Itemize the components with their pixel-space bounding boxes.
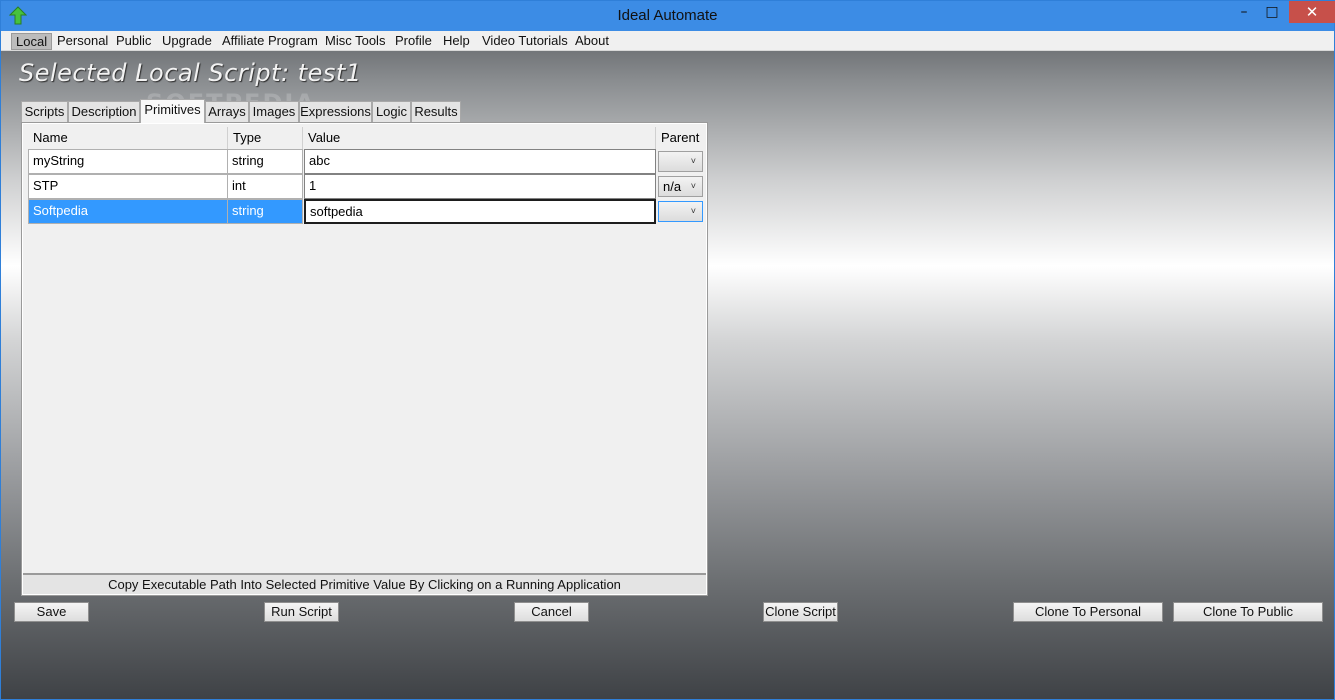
table-row[interactable]: STP int 1 n/a ˅ (28, 174, 705, 199)
parent-dropdown[interactable]: n/a ˅ (658, 176, 703, 197)
close-button[interactable]: ✕ (1289, 1, 1335, 23)
run-script-button[interactable]: Run Script (264, 602, 339, 622)
tab-scripts[interactable]: Scripts (21, 101, 68, 122)
menu-bar: Local Personal Public Upgrade Affiliate … (1, 31, 1334, 51)
menu-item-personal[interactable]: Personal (53, 33, 112, 50)
cell-type[interactable]: string (228, 149, 303, 174)
cell-name[interactable]: myString (28, 149, 228, 174)
tab-primitives[interactable]: Primitives (140, 99, 205, 123)
menu-item-affiliate-program[interactable]: Affiliate Program (218, 33, 322, 50)
save-button[interactable]: Save (14, 602, 89, 622)
tab-results[interactable]: Results (411, 101, 461, 122)
menu-item-about[interactable]: About (571, 33, 613, 50)
column-header-value[interactable]: Value (303, 127, 656, 149)
copy-executable-path-bar[interactable]: Copy Executable Path Into Selected Primi… (23, 573, 706, 594)
tab-logic[interactable]: Logic (372, 101, 411, 122)
parent-dropdown[interactable]: ˅ (658, 151, 703, 172)
cell-name[interactable]: STP (28, 174, 228, 199)
table-row[interactable]: myString string abc ˅ (28, 149, 705, 174)
app-window: Ideal Automate – □ ✕ Local Personal Publ… (0, 0, 1335, 700)
menu-item-video-tutorials[interactable]: Video Tutorials (478, 33, 572, 50)
tab-images[interactable]: Images (249, 101, 299, 122)
cell-name[interactable]: Softpedia (28, 199, 228, 224)
tab-expressions[interactable]: Expressions (299, 101, 372, 122)
cell-value-input[interactable]: 1 (304, 174, 656, 199)
cell-value-input[interactable]: softpedia (304, 199, 656, 224)
parent-dropdown-value: n/a (663, 179, 682, 194)
column-header-name[interactable]: Name (28, 127, 228, 149)
cell-type[interactable]: string (228, 199, 303, 224)
chevron-down-icon: ˅ (690, 206, 696, 216)
table-row-selected[interactable]: Softpedia string softpedia ˅ (28, 199, 705, 224)
maximize-button[interactable]: □ (1258, 1, 1286, 23)
menu-item-upgrade[interactable]: Upgrade (158, 33, 216, 50)
column-header-type[interactable]: Type (228, 127, 303, 149)
menu-item-local[interactable]: Local (11, 33, 53, 50)
cancel-button[interactable]: Cancel (514, 602, 589, 622)
clone-script-button[interactable]: Clone Script (763, 602, 838, 622)
clone-to-personal-button[interactable]: Clone To Personal (1013, 602, 1163, 622)
menu-item-help[interactable]: Help (439, 33, 474, 50)
title-bar[interactable]: Ideal Automate – □ ✕ (1, 1, 1335, 31)
primitives-panel: Name Type Value Parent myString string a… (21, 122, 708, 596)
minimize-button[interactable]: – (1230, 1, 1258, 23)
chevron-down-icon: ˅ (690, 181, 696, 191)
cell-type[interactable]: int (228, 174, 303, 199)
tab-arrays[interactable]: Arrays (205, 101, 249, 122)
column-header-parent[interactable]: Parent (656, 127, 705, 149)
menu-item-profile[interactable]: Profile (391, 33, 436, 50)
window-title: Ideal Automate (617, 7, 718, 24)
tab-description[interactable]: Description (68, 101, 140, 122)
menu-item-public[interactable]: Public (112, 33, 155, 50)
parent-dropdown[interactable]: ˅ (658, 201, 703, 222)
chevron-down-icon: ˅ (690, 156, 696, 166)
page-title: Selected Local Script: test1 (19, 59, 362, 87)
cell-value-input[interactable]: abc (304, 149, 656, 174)
menu-item-misc-tools[interactable]: Misc Tools (321, 33, 389, 50)
clone-to-public-button[interactable]: Clone To Public (1173, 602, 1323, 622)
